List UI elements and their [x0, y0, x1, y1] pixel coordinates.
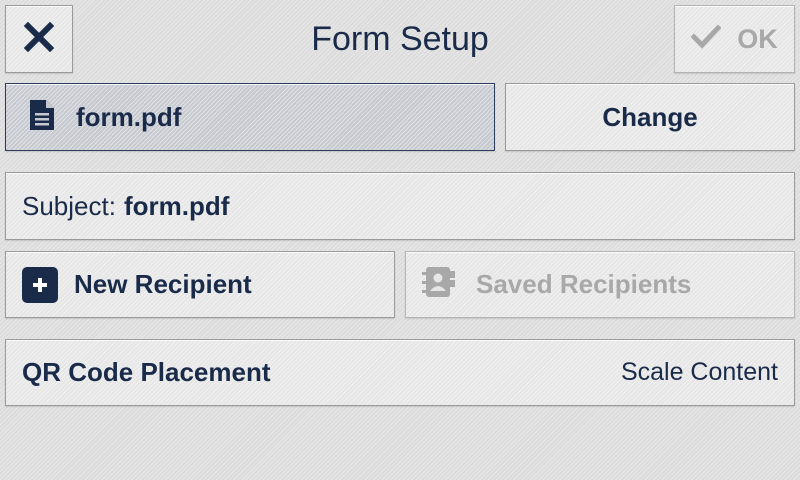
saved-recipients-label: Saved Recipients [476, 269, 692, 299]
close-button[interactable] [5, 5, 73, 73]
plus-icon [22, 266, 58, 303]
file-name: form.pdf [76, 101, 182, 132]
qr-code-placement-label: QR Code Placement [22, 357, 271, 387]
subject-field[interactable]: Subject: form.pdf [5, 172, 795, 240]
qr-code-placement-value: Scale Content [620, 358, 778, 386]
new-recipient-label: New Recipient [74, 269, 252, 299]
ok-label: OK [737, 23, 778, 54]
address-book-icon [420, 264, 460, 305]
page-title: Form Setup [311, 20, 489, 58]
change-button[interactable]: Change [505, 83, 795, 151]
subject-value: form.pdf [123, 190, 230, 221]
file-button[interactable]: form.pdf [5, 83, 495, 151]
new-recipient-button[interactable]: New Recipient [5, 251, 395, 318]
qr-code-placement-setting[interactable]: QR Code Placement Scale Content [5, 339, 795, 406]
ok-button[interactable]: OK [674, 5, 795, 73]
document-icon [28, 98, 56, 137]
change-label: Change [602, 101, 698, 132]
close-icon [23, 21, 55, 57]
checkmark-icon [690, 23, 722, 54]
subject-label: Subject: [22, 190, 116, 221]
saved-recipients-button[interactable]: Saved Recipients [405, 251, 795, 318]
